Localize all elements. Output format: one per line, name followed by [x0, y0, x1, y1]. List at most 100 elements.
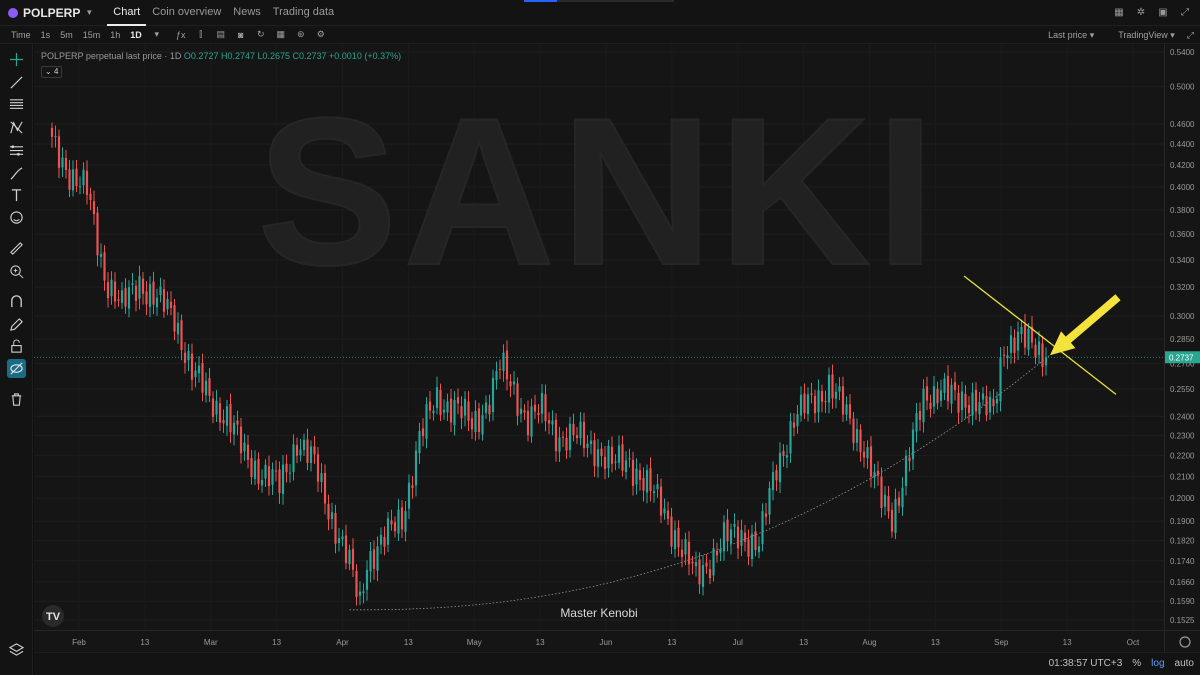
candle-body	[232, 422, 236, 435]
tab-trading-data[interactable]: Trading data	[267, 0, 340, 26]
candle-body	[649, 468, 652, 492]
candle-body	[971, 392, 974, 416]
trash-icon[interactable]	[7, 390, 26, 409]
candle-body	[806, 394, 810, 415]
interval-1s[interactable]: 1s	[36, 26, 56, 44]
chart-engine-select[interactable]: TradingView ▾	[1106, 30, 1175, 41]
candle-body	[229, 403, 232, 433]
pattern-tool-icon[interactable]	[7, 118, 26, 137]
time-axis[interactable]: Feb 13 Mar 13 Apr 13 May 13 Jun 13 Jul 13 Aug 13 Sep 13…	[34, 630, 1164, 652]
candle-body	[481, 415, 484, 435]
candle-body	[670, 516, 673, 547]
candle-body	[1044, 357, 1048, 366]
expand-icon[interactable]: ⤢	[1178, 6, 1192, 20]
axis-settings[interactable]	[1164, 630, 1200, 652]
candle-body	[117, 299, 120, 301]
candle-body	[789, 421, 792, 454]
annotation-arrow[interactable]	[1050, 294, 1121, 356]
chart-canvas[interactable]: SANKI Master Kenobi TV	[34, 44, 1164, 630]
price-tick-label: 0.2000	[1170, 494, 1195, 503]
candle-body	[299, 449, 302, 456]
candle-body	[862, 451, 866, 458]
candle-body	[925, 386, 929, 401]
candle-body	[341, 536, 344, 539]
candle-body	[75, 168, 78, 187]
settings-icon[interactable]: ✲	[1134, 6, 1148, 20]
candle-body	[313, 446, 316, 455]
ruler-icon[interactable]	[7, 239, 26, 258]
screenshot-icon[interactable]: ▣	[1156, 6, 1170, 20]
indicators-icon[interactable]: ƒx	[171, 30, 191, 40]
candle-body	[446, 401, 449, 413]
lock-drawing-icon[interactable]	[7, 315, 26, 334]
candle-body	[666, 510, 670, 519]
brush-tool-icon[interactable]	[7, 164, 26, 183]
replay-icon[interactable]: ↻	[251, 29, 271, 40]
calculator-icon[interactable]: ▦	[1112, 6, 1126, 20]
interval-15m[interactable]: 15m	[78, 26, 106, 44]
layers-icon[interactable]	[7, 640, 26, 659]
trendline-tool-icon[interactable]	[7, 73, 26, 92]
time-tick-label: 13	[272, 638, 281, 647]
price-tick-label: 0.1590	[1170, 597, 1195, 606]
legend-ohlc: O0.2727 H0.2747 L0.2675 C0.2737 +0.0010 …	[183, 51, 402, 61]
candle-body	[467, 401, 470, 421]
zoom-in-icon[interactable]	[7, 262, 26, 281]
candle-type-icon[interactable]: ⫿	[191, 29, 211, 40]
symbol-name: POLPERP	[23, 5, 81, 20]
auto-toggle[interactable]: auto	[1175, 658, 1194, 669]
candle-body	[278, 469, 281, 493]
alert-icon[interactable]: ⊛	[291, 29, 311, 40]
time-tick-label: Jun	[600, 638, 613, 647]
candle-body	[484, 402, 488, 413]
candle-body	[915, 413, 918, 432]
candle-body	[642, 478, 645, 491]
tab-coin-overview[interactable]: Coin overview	[146, 0, 227, 26]
camera-icon[interactable]: ◙	[231, 30, 251, 40]
interval-1d[interactable]: 1D	[125, 26, 147, 44]
price-chart[interactable]: SANKI Master Kenobi TV	[34, 44, 1164, 630]
log-toggle[interactable]: log	[1151, 658, 1164, 669]
percent-toggle[interactable]: %	[1132, 658, 1141, 669]
interval-1h[interactable]: 1h	[105, 26, 125, 44]
time-tick-label: 13	[931, 638, 940, 647]
candle-body	[292, 444, 295, 472]
symbol-selector[interactable]: POLPERP ▼	[8, 6, 93, 20]
hide-drawings-icon[interactable]	[7, 359, 26, 378]
tab-news[interactable]: News	[227, 0, 267, 26]
interval-dropdown-icon[interactable]: ▾	[147, 29, 167, 40]
candle-body	[365, 569, 369, 590]
price-axis[interactable]: 0.5400 0.5000 0.4600 0.4400 0.4200 0.4000 0.38…	[1164, 44, 1200, 630]
fib-tool-icon[interactable]	[7, 95, 26, 114]
lock-icon[interactable]	[7, 337, 26, 356]
candle-body	[477, 408, 481, 433]
fullscreen-icon[interactable]: ⤢	[1187, 30, 1194, 41]
candle-body	[589, 440, 593, 445]
candle-body	[579, 421, 582, 439]
layout-icon[interactable]: ▤	[211, 29, 231, 40]
candle-body	[271, 469, 274, 485]
indicator-toggle[interactable]: ⌄ 4	[41, 66, 63, 78]
crosshair-icon[interactable]	[7, 50, 26, 69]
time-label[interactable]: Time	[6, 26, 36, 44]
candle-body	[505, 350, 509, 380]
emoji-icon[interactable]	[7, 208, 26, 227]
trendline[interactable]	[963, 275, 1117, 395]
price-tick-label: 0.4400	[1170, 140, 1195, 149]
interval-5m[interactable]: 5m	[55, 26, 78, 44]
candle-body	[141, 278, 145, 294]
candle-body	[449, 398, 453, 423]
prediction-tool-icon[interactable]	[7, 141, 26, 160]
candle-body	[530, 406, 533, 437]
candle-body	[453, 399, 456, 426]
tab-chart[interactable]: Chart	[107, 0, 147, 26]
price-source-select[interactable]: Last price ▾	[1036, 30, 1094, 41]
text-tool-icon[interactable]	[7, 186, 26, 205]
candle-body	[831, 374, 834, 399]
calendar-icon[interactable]: ▦	[271, 29, 291, 40]
magnet-icon[interactable]	[7, 292, 26, 311]
candle-body	[575, 435, 579, 439]
candle-body	[911, 429, 915, 460]
gear-icon[interactable]: ⚙	[311, 29, 331, 40]
time-tick-label: Sep	[994, 638, 1009, 647]
